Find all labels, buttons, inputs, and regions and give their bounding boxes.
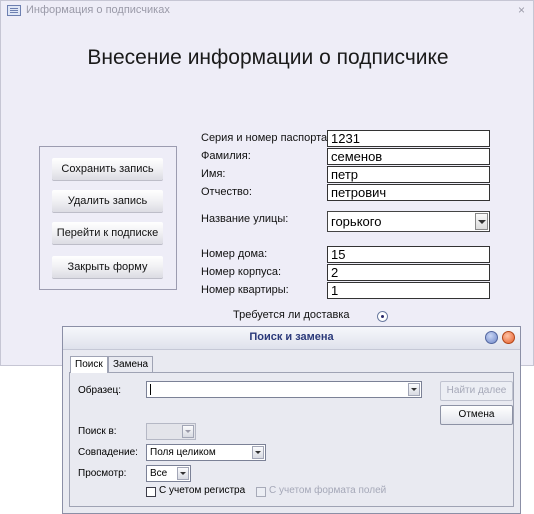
window-titlebar: Информация о подписчиках ×: [1, 1, 533, 21]
chevron-down-icon[interactable]: [252, 446, 264, 459]
dialog-titlebar: Поиск и замена: [63, 327, 520, 350]
building-field[interactable]: 2: [327, 264, 490, 281]
delete-record-button[interactable]: Удалить запись: [52, 190, 163, 212]
search-formatted-label: С учетом формата полей: [269, 485, 387, 496]
form-window-icon: [7, 5, 21, 16]
search-direction-value: Все: [150, 468, 168, 479]
look-in-label: Поиск в:: [78, 426, 117, 437]
help-icon[interactable]: [485, 331, 498, 344]
search-direction-label: Просмотр:: [78, 468, 127, 479]
find-tab-panel: Образец: Найти далее Отмена Поиск в: Сов…: [69, 372, 514, 507]
form-heading: Внесение информации о подписчике: [87, 46, 449, 69]
surname-field[interactable]: семенов: [327, 148, 490, 165]
find-next-button[interactable]: Найти далее: [440, 381, 513, 401]
goto-subscription-button[interactable]: Перейти к подписке: [52, 222, 163, 244]
surname-label: Фамилия:: [201, 150, 251, 162]
street-value: горького: [331, 214, 382, 229]
apartment-label: Номер квартиры:: [201, 284, 289, 296]
match-value: Поля целиком: [150, 447, 216, 458]
delivery-radio-button[interactable]: [377, 311, 388, 322]
chevron-down-icon[interactable]: [408, 383, 420, 396]
dialog-title: Поиск и замена: [249, 331, 334, 343]
text-caret: [150, 384, 151, 395]
window-title: Информация о подписчиках: [26, 4, 170, 16]
match-case-label: С учетом регистра: [159, 485, 246, 496]
match-label: Совпадение:: [78, 447, 138, 458]
action-button-panel: Сохранить запись Удалить запись Перейти …: [39, 146, 177, 290]
house-label: Номер дома:: [201, 248, 268, 260]
house-field[interactable]: 15: [327, 246, 490, 263]
window-close-button[interactable]: ×: [518, 3, 525, 17]
street-label: Название улицы:: [201, 213, 289, 225]
tab-replace[interactable]: Замена: [108, 356, 154, 372]
search-formatted-checkbox[interactable]: [256, 487, 266, 497]
chevron-down-icon[interactable]: [475, 213, 488, 230]
patronymic-field[interactable]: петрович: [327, 184, 490, 201]
patronymic-label: Отчество:: [201, 186, 252, 198]
chevron-down-icon[interactable]: [177, 467, 189, 480]
find-what-label: Образец:: [78, 385, 122, 396]
delivery-label: Требуется ли доставка: [233, 309, 350, 321]
dialog-close-icon[interactable]: [502, 331, 515, 344]
save-record-button[interactable]: Сохранить запись: [52, 158, 163, 180]
passport-field[interactable]: 1231: [327, 130, 490, 147]
chevron-down-icon[interactable]: [182, 425, 194, 438]
passport-label: Серия и номер паспорта:: [201, 132, 331, 144]
look-in-select[interactable]: [146, 423, 196, 440]
apartment-field[interactable]: 1: [327, 282, 490, 299]
name-label: Имя:: [201, 168, 226, 180]
find-what-input[interactable]: [146, 381, 422, 398]
building-label: Номер корпуса:: [201, 266, 282, 278]
street-combobox[interactable]: горького: [327, 211, 490, 232]
search-direction-select[interactable]: Все: [146, 465, 191, 482]
cancel-button[interactable]: Отмена: [440, 405, 513, 425]
subscriber-form-window: Информация о подписчиках × Внесение инфо…: [0, 0, 534, 366]
match-case-checkbox[interactable]: [146, 487, 156, 497]
find-replace-dialog: Поиск и замена Поиск Замена Образец: Най…: [62, 326, 521, 514]
tab-find[interactable]: Поиск: [70, 356, 108, 373]
close-form-button[interactable]: Закрыть форму: [52, 256, 163, 278]
match-select[interactable]: Поля целиком: [146, 444, 266, 461]
name-field[interactable]: петр: [327, 166, 490, 183]
